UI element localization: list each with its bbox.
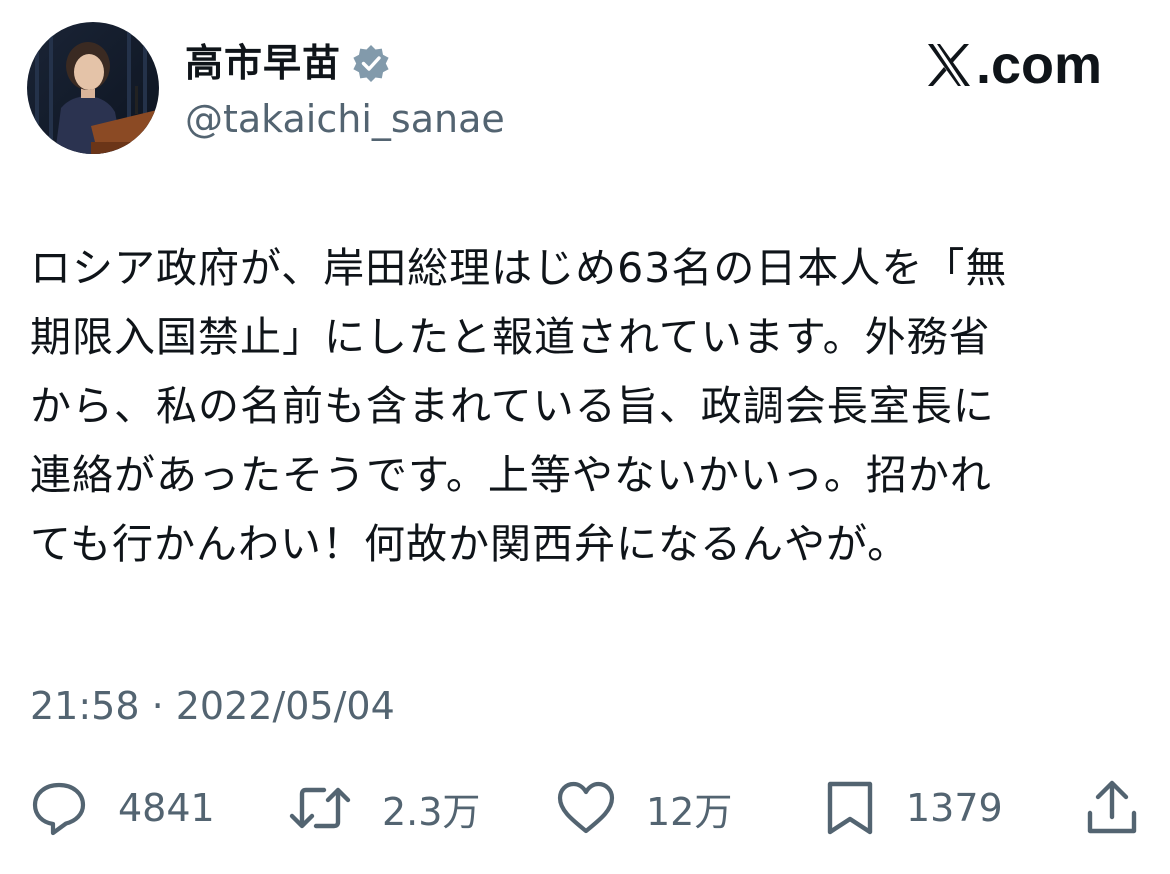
retweet-icon bbox=[289, 787, 351, 829]
reply-button[interactable]: 4841 bbox=[30, 778, 215, 838]
like-button[interactable]: 12万 bbox=[556, 778, 732, 838]
x-logo-icon bbox=[927, 44, 970, 86]
bookmark-button[interactable]: 1379 bbox=[824, 778, 1003, 838]
share-button[interactable] bbox=[1084, 778, 1140, 838]
bookmark-count: 1379 bbox=[906, 786, 1003, 830]
bookmark-icon bbox=[827, 781, 873, 835]
tweet-text: ロシア政府が、岸田総理はじめ63名の日本人を「無 期限入国禁止」にしたと報道され… bbox=[30, 244, 1008, 568]
x-brand: .com bbox=[924, 35, 1102, 95]
share-icon bbox=[1087, 780, 1137, 834]
user-handle[interactable]: @takaichi_sanae bbox=[185, 96, 505, 142]
brand-domain: .com bbox=[975, 35, 1102, 95]
display-name-row[interactable]: 高市早苗 bbox=[185, 40, 391, 86]
reply-icon bbox=[32, 782, 86, 836]
verified-badge-icon bbox=[353, 45, 389, 82]
avatar-image bbox=[27, 22, 159, 154]
tweet-timestamp[interactable]: 21:58 · 2022/05/04 bbox=[30, 682, 395, 730]
retweet-count: 2.3万 bbox=[382, 789, 481, 834]
action-bar: 4841 2.3万 12万 1379 bbox=[0, 778, 1170, 838]
display-name[interactable]: 高市早苗 bbox=[185, 40, 341, 86]
avatar[interactable] bbox=[27, 22, 159, 154]
reply-count: 4841 bbox=[118, 786, 215, 830]
retweet-button[interactable]: 2.3万 bbox=[288, 778, 480, 838]
like-count: 12万 bbox=[646, 789, 733, 834]
heart-icon bbox=[557, 781, 615, 834]
